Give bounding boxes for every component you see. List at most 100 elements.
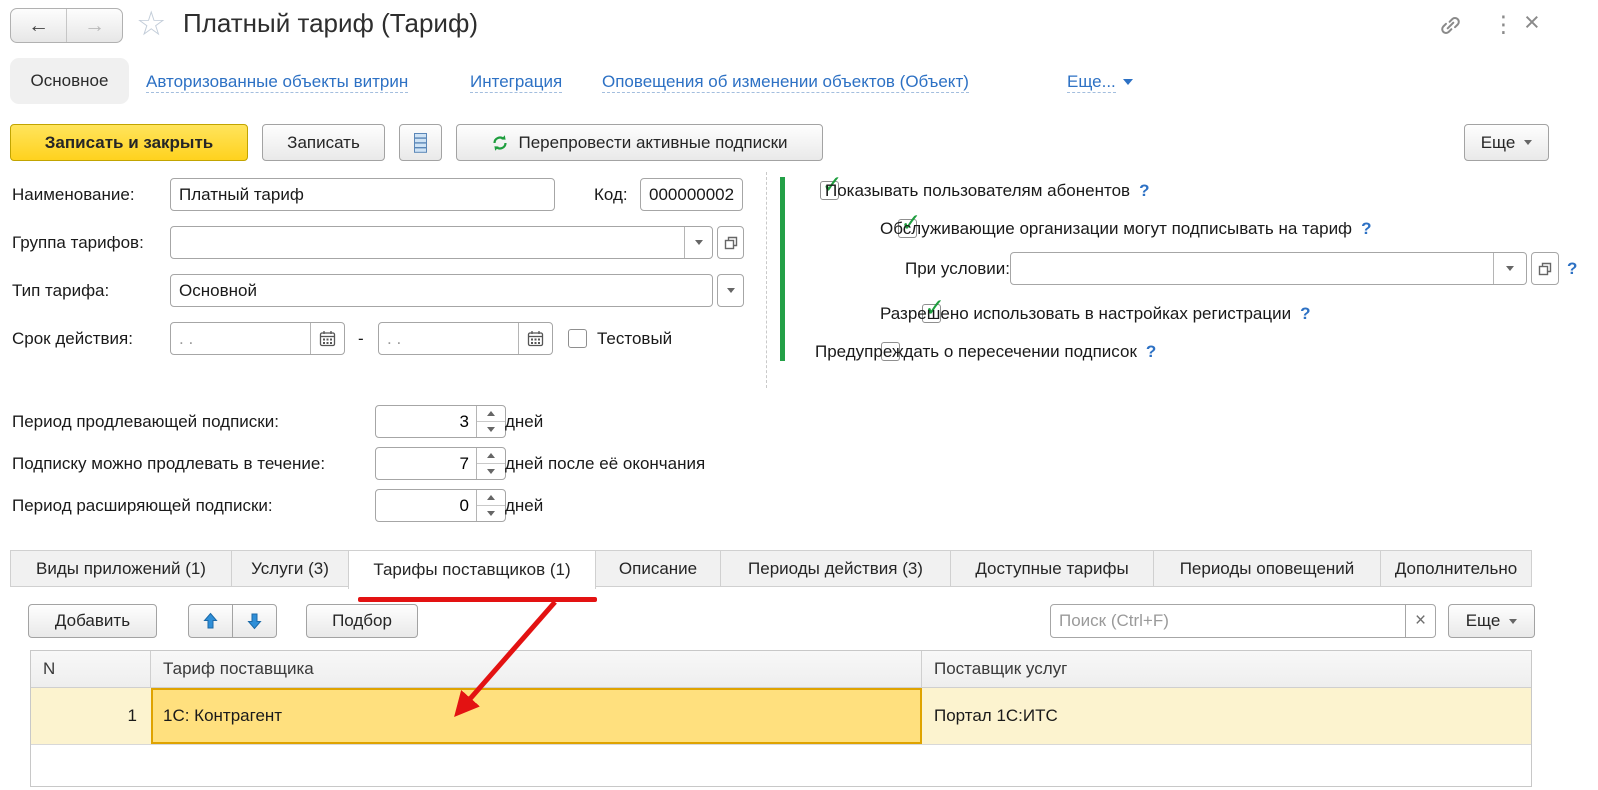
renew-window-label: Подписку можно продлевать в течение: [12, 454, 326, 473]
favorite-star-icon[interactable]: ☆ [136, 4, 166, 44]
move-down-button[interactable] [232, 604, 277, 638]
add-row-button[interactable]: Добавить [28, 604, 157, 638]
spin-down-icon [487, 427, 495, 432]
type-input[interactable] [170, 274, 713, 307]
renew-window-stepper[interactable] [375, 447, 506, 480]
tab-description[interactable]: Описание [595, 550, 721, 587]
warn-overlap-row: Предупреждать о пересечении подписок? [815, 341, 1156, 362]
prolong-period-input[interactable] [376, 406, 476, 437]
nav-link-notifications[interactable]: Оповещения об изменении объектов (Объект… [602, 71, 969, 93]
table-row[interactable]: 1 1С: Контрагент Портал 1С:ИТС [31, 688, 1531, 745]
service-orgs-help-link[interactable]: ? [1361, 219, 1371, 238]
test-checkbox[interactable] [568, 329, 587, 348]
back-button[interactable]: ← [11, 9, 67, 42]
prolong-period-label: Период продлевающей подписки: [12, 412, 279, 431]
registration-help-link[interactable]: ? [1300, 304, 1310, 323]
move-up-button[interactable] [188, 604, 233, 638]
registration-row: Разрешено использовать в настройках реги… [880, 303, 1311, 324]
registration-label: Разрешено использовать в настройках реги… [880, 304, 1292, 323]
validity-to-calendar-button[interactable] [518, 323, 552, 354]
condition-input[interactable] [1011, 253, 1493, 284]
spin-down-button[interactable] [477, 422, 505, 437]
condition-combo-field[interactable] [1010, 252, 1527, 285]
prolong-period-spin-buttons[interactable] [476, 406, 505, 437]
extend-period-spin-buttons[interactable] [476, 490, 505, 521]
tab-additional[interactable]: Дополнительно [1380, 550, 1532, 587]
group-input[interactable] [171, 227, 684, 258]
column-header-n[interactable]: N [31, 651, 151, 687]
window-menu-kebab-icon[interactable]: ⋮ [1492, 7, 1515, 41]
tab-supplier-tariffs[interactable]: Тарифы поставщиков (1) [348, 550, 596, 589]
tab-available-tariffs[interactable]: Доступные тарифы [950, 550, 1154, 587]
save-button[interactable]: Записать [262, 124, 385, 161]
nav-more-link[interactable]: Еще... [1067, 71, 1133, 93]
validity-from-field[interactable] [170, 322, 345, 355]
type-dropdown-button[interactable] [717, 274, 744, 307]
name-input[interactable] [170, 178, 555, 211]
group-dropdown-button[interactable] [684, 227, 712, 258]
get-link-icon[interactable] [1437, 12, 1464, 44]
spin-down-button[interactable] [477, 506, 505, 521]
table-more-label: Еще [1465, 611, 1501, 630]
calendar-icon [319, 331, 336, 347]
forward-button[interactable]: → [67, 9, 122, 42]
spin-up-button[interactable] [477, 448, 505, 464]
column-header-service-provider[interactable]: Поставщик услуг [922, 651, 1531, 687]
repost-label: Перепровести активные подписки [518, 132, 788, 152]
extend-period-input[interactable] [376, 490, 476, 521]
save-label: Записать [287, 132, 360, 152]
warn-overlap-help-link[interactable]: ? [1146, 342, 1156, 361]
register-records-button[interactable] [399, 124, 442, 161]
condition-field-label: При условии: [905, 259, 1011, 278]
code-field-label: Код: [594, 185, 628, 204]
spin-up-button[interactable] [477, 406, 505, 422]
close-window-icon[interactable]: × [1524, 5, 1540, 39]
nav-link-integration[interactable]: Интеграция [470, 71, 563, 93]
cell-row-number[interactable]: 1 [31, 688, 151, 744]
search-clear-button[interactable]: × [1405, 604, 1436, 638]
panel-splitter[interactable] [766, 172, 767, 388]
service-orgs-row: Обслуживающие организации могут подписыв… [880, 218, 1371, 239]
code-input[interactable] [640, 178, 743, 211]
show-users-help-link[interactable]: ? [1139, 181, 1149, 200]
condition-open-button[interactable] [1531, 252, 1559, 285]
nav-link-authorized-objects[interactable]: Авторизованные объекты витрин [146, 71, 409, 93]
save-and-close-button[interactable]: Записать и закрыть [10, 124, 248, 161]
spin-down-icon [487, 511, 495, 516]
spin-down-button[interactable] [477, 464, 505, 479]
condition-help-link[interactable]: ? [1567, 252, 1577, 285]
cell-service-provider[interactable]: Портал 1С:ИТС [922, 688, 1531, 744]
validity-from-input[interactable] [171, 323, 310, 354]
group-chevron-down-icon [694, 240, 703, 245]
annotation-arrow [454, 600, 557, 718]
group-combo-field[interactable] [170, 226, 713, 259]
validity-from-calendar-button[interactable] [310, 323, 344, 354]
clear-icon: × [1414, 610, 1427, 631]
history-nav-group: ← → [10, 8, 123, 43]
show-users-label: Показывать пользователям абонентов [825, 181, 1131, 200]
table-more-button[interactable]: Еще [1448, 604, 1535, 638]
test-checkbox-label: Тестовый [597, 329, 673, 348]
group-open-button[interactable] [717, 226, 744, 259]
validity-to-field[interactable] [378, 322, 553, 355]
condition-chevron-down-icon [1506, 266, 1514, 271]
spin-up-icon [487, 411, 495, 416]
prolong-period-stepper[interactable] [375, 405, 506, 438]
tab-services[interactable]: Услуги (3) [231, 550, 349, 587]
refresh-icon [493, 134, 508, 151]
prolong-period-unit: дней [505, 412, 544, 431]
nav-tab-main[interactable]: Основное [10, 58, 129, 104]
form-more-button[interactable]: Еще [1464, 124, 1549, 161]
condition-dropdown-button[interactable] [1493, 253, 1526, 284]
renew-window-spin-buttons[interactable] [476, 448, 505, 479]
tab-validity-periods[interactable]: Периоды действия (3) [720, 550, 951, 587]
spin-up-button[interactable] [477, 490, 505, 506]
repost-subscriptions-button[interactable]: Перепровести активные подписки [456, 124, 823, 161]
renew-window-input[interactable] [376, 448, 476, 479]
service-orgs-label: Обслуживающие организации могут подписыв… [880, 219, 1353, 238]
tab-notify-periods[interactable]: Периоды оповещений [1153, 550, 1381, 587]
tab-app-kinds[interactable]: Виды приложений (1) [10, 550, 232, 587]
validity-to-input[interactable] [379, 323, 518, 354]
extend-period-stepper[interactable] [375, 489, 506, 522]
search-input[interactable] [1050, 604, 1406, 638]
